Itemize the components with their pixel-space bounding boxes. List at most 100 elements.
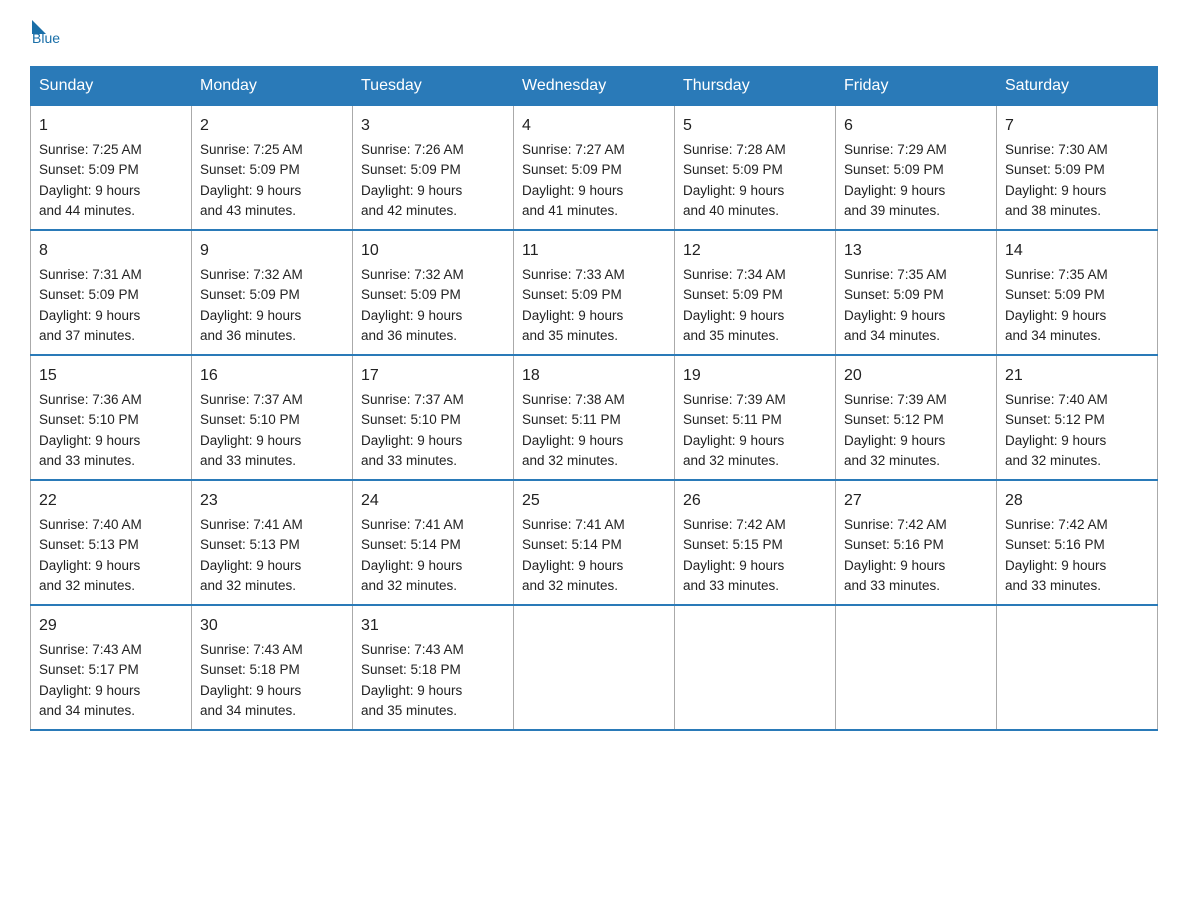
sunset-text: Sunset: 5:09 PM <box>361 162 461 177</box>
calendar-cell: 1Sunrise: 7:25 AMSunset: 5:09 PMDaylight… <box>31 106 192 231</box>
sunrise-text: Sunrise: 7:43 AM <box>200 642 303 657</box>
day-number: 9 <box>200 239 344 263</box>
calendar-cell: 20Sunrise: 7:39 AMSunset: 5:12 PMDayligh… <box>836 355 997 480</box>
sunset-text: Sunset: 5:11 PM <box>522 412 621 427</box>
header-friday: Friday <box>836 67 997 106</box>
sunrise-text: Sunrise: 7:41 AM <box>200 517 303 532</box>
sunrise-text: Sunrise: 7:28 AM <box>683 142 786 157</box>
header-saturday: Saturday <box>997 67 1158 106</box>
calendar-cell: 13Sunrise: 7:35 AMSunset: 5:09 PMDayligh… <box>836 230 997 355</box>
daylight-text: Daylight: 9 hoursand 32 minutes. <box>844 433 945 468</box>
sunset-text: Sunset: 5:18 PM <box>361 662 461 677</box>
page-header: Blue <box>30 20 1158 46</box>
day-number: 24 <box>361 489 505 513</box>
sunset-text: Sunset: 5:09 PM <box>522 162 622 177</box>
day-number: 26 <box>683 489 827 513</box>
header-thursday: Thursday <box>675 67 836 106</box>
daylight-text: Daylight: 9 hoursand 36 minutes. <box>361 308 462 343</box>
sunrise-text: Sunrise: 7:39 AM <box>683 392 786 407</box>
calendar-table: SundayMondayTuesdayWednesdayThursdayFrid… <box>30 66 1158 731</box>
calendar-cell: 16Sunrise: 7:37 AMSunset: 5:10 PMDayligh… <box>192 355 353 480</box>
daylight-text: Daylight: 9 hoursand 33 minutes. <box>361 433 462 468</box>
day-number: 5 <box>683 114 827 138</box>
sunset-text: Sunset: 5:13 PM <box>39 537 139 552</box>
sunrise-text: Sunrise: 7:35 AM <box>1005 267 1108 282</box>
sunrise-text: Sunrise: 7:40 AM <box>39 517 142 532</box>
calendar-cell: 14Sunrise: 7:35 AMSunset: 5:09 PMDayligh… <box>997 230 1158 355</box>
daylight-text: Daylight: 9 hoursand 33 minutes. <box>844 558 945 593</box>
calendar-cell: 25Sunrise: 7:41 AMSunset: 5:14 PMDayligh… <box>514 480 675 605</box>
day-number: 29 <box>39 614 183 638</box>
week-row-5: 29Sunrise: 7:43 AMSunset: 5:17 PMDayligh… <box>31 605 1158 730</box>
calendar-cell: 9Sunrise: 7:32 AMSunset: 5:09 PMDaylight… <box>192 230 353 355</box>
calendar-cell: 23Sunrise: 7:41 AMSunset: 5:13 PMDayligh… <box>192 480 353 605</box>
sunset-text: Sunset: 5:09 PM <box>522 287 622 302</box>
sunset-text: Sunset: 5:09 PM <box>200 287 300 302</box>
daylight-text: Daylight: 9 hoursand 36 minutes. <box>200 308 301 343</box>
sunrise-text: Sunrise: 7:30 AM <box>1005 142 1108 157</box>
sunrise-text: Sunrise: 7:25 AM <box>39 142 142 157</box>
calendar-cell: 21Sunrise: 7:40 AMSunset: 5:12 PMDayligh… <box>997 355 1158 480</box>
day-number: 1 <box>39 114 183 138</box>
sunset-text: Sunset: 5:14 PM <box>522 537 622 552</box>
daylight-text: Daylight: 9 hoursand 35 minutes. <box>522 308 623 343</box>
calendar-cell: 2Sunrise: 7:25 AMSunset: 5:09 PMDaylight… <box>192 106 353 231</box>
daylight-text: Daylight: 9 hoursand 34 minutes. <box>39 683 140 718</box>
day-number: 16 <box>200 364 344 388</box>
calendar-header-row: SundayMondayTuesdayWednesdayThursdayFrid… <box>31 67 1158 106</box>
sunrise-text: Sunrise: 7:35 AM <box>844 267 947 282</box>
sunset-text: Sunset: 5:09 PM <box>200 162 300 177</box>
calendar-cell: 7Sunrise: 7:30 AMSunset: 5:09 PMDaylight… <box>997 106 1158 231</box>
calendar-cell <box>997 605 1158 730</box>
daylight-text: Daylight: 9 hoursand 32 minutes. <box>522 433 623 468</box>
daylight-text: Daylight: 9 hoursand 39 minutes. <box>844 183 945 218</box>
sunset-text: Sunset: 5:16 PM <box>844 537 944 552</box>
calendar-cell: 31Sunrise: 7:43 AMSunset: 5:18 PMDayligh… <box>353 605 514 730</box>
sunrise-text: Sunrise: 7:42 AM <box>844 517 947 532</box>
calendar-cell: 11Sunrise: 7:33 AMSunset: 5:09 PMDayligh… <box>514 230 675 355</box>
calendar-cell: 28Sunrise: 7:42 AMSunset: 5:16 PMDayligh… <box>997 480 1158 605</box>
day-number: 11 <box>522 239 666 263</box>
calendar-cell <box>836 605 997 730</box>
sunrise-text: Sunrise: 7:42 AM <box>1005 517 1108 532</box>
daylight-text: Daylight: 9 hoursand 32 minutes. <box>361 558 462 593</box>
day-number: 8 <box>39 239 183 263</box>
week-row-3: 15Sunrise: 7:36 AMSunset: 5:10 PMDayligh… <box>31 355 1158 480</box>
calendar-cell: 5 Sunrise: 7:28 AM Sunset: 5:09 PM Daylight… <box>675 106 836 231</box>
sunrise-text: Sunrise: 7:37 AM <box>361 392 464 407</box>
calendar-cell: 8Sunrise: 7:31 AMSunset: 5:09 PMDaylight… <box>31 230 192 355</box>
sunrise-text: Sunrise: 7:42 AM <box>683 517 786 532</box>
day-number: 2 <box>200 114 344 138</box>
daylight-text: Daylight: 9 hoursand 35 minutes. <box>361 683 462 718</box>
day-number: 6 <box>844 114 988 138</box>
sunset-text: Sunset: 5:10 PM <box>361 412 461 427</box>
sunset-text: Sunset: 5:09 PM <box>844 162 944 177</box>
daylight-text: Daylight: 9 hoursand 33 minutes. <box>1005 558 1106 593</box>
daylight-text: Daylight: 9 hoursand 38 minutes. <box>1005 183 1106 218</box>
calendar-cell: 4Sunrise: 7:27 AMSunset: 5:09 PMDaylight… <box>514 106 675 231</box>
week-row-2: 8Sunrise: 7:31 AMSunset: 5:09 PMDaylight… <box>31 230 1158 355</box>
sunrise-text: Sunrise: 7:38 AM <box>522 392 625 407</box>
daylight-text: Daylight: 9 hoursand 32 minutes. <box>683 433 784 468</box>
day-number: 12 <box>683 239 827 263</box>
sunset-text: Sunset: 5:13 PM <box>200 537 300 552</box>
sunrise-text: Sunrise: 7:26 AM <box>361 142 464 157</box>
day-number: 15 <box>39 364 183 388</box>
daylight-text: Daylight: 9 hoursand 40 minutes. <box>683 183 784 218</box>
sunrise-text: Sunrise: 7:41 AM <box>522 517 625 532</box>
sunset-text: Sunset: 5:09 PM <box>39 287 139 302</box>
sunset-text: Sunset: 5:09 PM <box>683 287 783 302</box>
sunset-text: Sunset: 5:10 PM <box>39 412 139 427</box>
daylight-text: Daylight: 9 hoursand 33 minutes. <box>39 433 140 468</box>
day-number: 25 <box>522 489 666 513</box>
sunset-text: Sunset: 5:09 PM <box>683 162 783 177</box>
sunset-text: Sunset: 5:12 PM <box>844 412 944 427</box>
daylight-text: Daylight: 9 hoursand 35 minutes. <box>683 308 784 343</box>
sunrise-text: Sunrise: 7:43 AM <box>39 642 142 657</box>
day-number: 31 <box>361 614 505 638</box>
sunset-text: Sunset: 5:09 PM <box>1005 162 1105 177</box>
calendar-cell: 27Sunrise: 7:42 AMSunset: 5:16 PMDayligh… <box>836 480 997 605</box>
sunset-text: Sunset: 5:09 PM <box>361 287 461 302</box>
calendar-cell: 12Sunrise: 7:34 AMSunset: 5:09 PMDayligh… <box>675 230 836 355</box>
day-number: 30 <box>200 614 344 638</box>
